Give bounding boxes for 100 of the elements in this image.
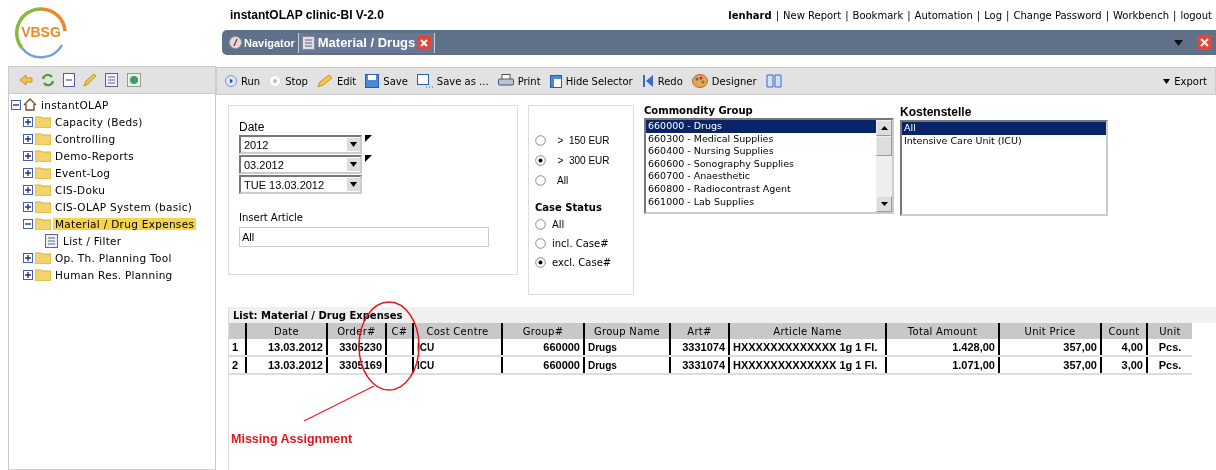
expand-icon[interactable]	[23, 133, 33, 144]
caret-icon	[350, 162, 357, 167]
skip-back-icon	[641, 74, 654, 88]
tree-item[interactable]: Material / Drug Expenses	[53, 217, 197, 230]
column-header[interactable]: C#	[386, 323, 413, 339]
book-icon[interactable]	[765, 74, 782, 88]
radio-button[interactable]	[535, 134, 546, 146]
table-cell: 1.071,00	[886, 356, 999, 374]
article-field[interactable]: All	[239, 227, 489, 247]
column-header[interactable]: Count	[1101, 323, 1147, 339]
expand-icon[interactable]	[23, 184, 33, 195]
header-link[interactable]: Log	[984, 9, 1003, 21]
report-icon[interactable]	[105, 73, 119, 87]
toolbar-button[interactable]: Hide Selector	[549, 74, 633, 88]
radio-option[interactable]: excl. Case#	[535, 253, 627, 272]
column-header[interactable]: Cost Centre	[413, 323, 502, 339]
close-icon[interactable]	[417, 35, 432, 50]
tree-item[interactable]: Controlling	[53, 132, 118, 145]
column-header[interactable]: Art#	[670, 323, 729, 339]
list-option[interactable]: All	[902, 122, 1106, 135]
collapse-all-icon[interactable]	[63, 73, 75, 87]
export-button[interactable]: Export	[1163, 75, 1207, 87]
printer-icon	[497, 74, 514, 88]
dropdown-icon[interactable]	[1174, 39, 1183, 46]
expand-icon[interactable]	[23, 150, 33, 161]
save-icon	[365, 74, 380, 88]
tree-item[interactable]: Human Res. Planning	[53, 268, 175, 281]
cost-center-listbox[interactable]: All Intensive Care Unit (ICU)	[900, 120, 1108, 216]
logo: VBSG	[10, 5, 72, 61]
toolbar-button[interactable]: Designer	[691, 74, 757, 88]
tree-item[interactable]: List / Filter	[61, 234, 124, 247]
tree-item[interactable]: instantOLAP	[39, 98, 111, 111]
header-link[interactable]: Bookmark	[852, 9, 904, 21]
field-label: Commondity Group	[644, 105, 754, 116]
column-header[interactable]: Unit	[1147, 323, 1192, 339]
collapse-icon[interactable]	[23, 218, 33, 229]
expand-icon[interactable]	[23, 269, 33, 280]
radio-button[interactable]	[535, 257, 546, 268]
radio-option[interactable]: All	[535, 215, 627, 234]
globe-icon[interactable]	[127, 73, 141, 87]
stop-icon	[269, 75, 282, 87]
scroll-thumb[interactable]	[876, 136, 892, 156]
toolbar-button[interactable]: Edit	[316, 74, 357, 88]
expand-icon[interactable]	[23, 252, 33, 263]
radio-button[interactable]	[535, 174, 546, 186]
radio-button[interactable]	[535, 219, 546, 230]
header-link[interactable]: New Report	[783, 9, 842, 21]
tree-item[interactable]: Event-Log	[53, 166, 113, 179]
pencil-icon	[316, 74, 333, 88]
table-cell: 3331074	[670, 339, 729, 356]
separator: |	[907, 9, 911, 21]
expand-icon[interactable]	[23, 167, 33, 178]
toolbar-button[interactable]: Stop	[269, 75, 308, 87]
tab[interactable]: Material / Drugs	[298, 32, 436, 53]
table-cell: ICU	[413, 356, 502, 374]
tab[interactable]: Navigator	[226, 32, 299, 53]
commodity-listbox[interactable]: 660000 - Drugs 660300 - Medical Supplies 660400 - Nursing Supplies 660600 - Sonography Supplies 660700 - Anaesthetic 660800 - Radiocontrast Agent 661000 - Lab Supplies	[644, 118, 894, 214]
username-link[interactable]: lenhard	[728, 9, 772, 21]
header-link[interactable]: Workbench	[1113, 9, 1169, 21]
refresh-icon[interactable]	[41, 73, 55, 87]
column-header[interactable]: Total Amount	[886, 323, 999, 339]
column-header[interactable]: Article Name	[729, 323, 886, 339]
toolbar-button[interactable]: Save as ...	[416, 74, 489, 88]
toolbar-button[interactable]: Print	[497, 74, 541, 88]
toolbar-button[interactable]: Redo	[641, 74, 683, 88]
scroll-down-icon[interactable]	[880, 202, 888, 206]
radio-option[interactable]: > 150 EUR	[535, 130, 627, 150]
list-option[interactable]: 660000 - Drugs	[646, 120, 876, 133]
column-header[interactable]: Group Name	[584, 323, 670, 339]
separator: |	[775, 9, 779, 21]
date-select[interactable]: 03.2012	[239, 155, 362, 174]
date-select[interactable]: 2012	[239, 135, 362, 154]
column-header[interactable]: Date	[246, 323, 327, 339]
toolbar-button[interactable]: Run	[225, 75, 261, 87]
palette-icon	[691, 74, 708, 88]
scrollbar[interactable]	[876, 120, 892, 212]
date-select[interactable]: TUE 13.03.2012	[239, 175, 362, 194]
header-link[interactable]: Automation	[914, 9, 973, 21]
radio-option[interactable]: > 300 EUR	[535, 150, 627, 170]
radio-option[interactable]: All	[535, 170, 627, 190]
tree-item[interactable]: Op. Th. Planning Tool	[53, 251, 174, 264]
toolbar-button[interactable]: Save	[365, 74, 408, 88]
expand-icon[interactable]	[23, 201, 33, 212]
column-header[interactable]: Group#	[502, 323, 584, 339]
collapse-icon[interactable]	[11, 99, 21, 110]
folder-icon	[35, 115, 51, 128]
header-link[interactable]: Change Password	[1013, 9, 1102, 21]
scroll-up-icon[interactable]	[880, 126, 888, 130]
radio-option[interactable]: incl. Case#	[535, 234, 627, 253]
tree-item[interactable]: CIS-OLAP System (basic)	[53, 200, 195, 213]
report-icon	[45, 233, 59, 248]
tree-item[interactable]: CIS-Doku	[53, 183, 108, 196]
tree-item[interactable]: Capacity (Beds)	[53, 115, 145, 128]
close-icon[interactable]	[1197, 35, 1212, 50]
radio-button[interactable]	[535, 238, 546, 249]
header-link[interactable]: logout	[1180, 9, 1212, 21]
radio-button[interactable]	[535, 154, 546, 166]
column-header[interactable]: Unit Price	[999, 323, 1101, 339]
tree-item[interactable]: Demo-Reports	[53, 149, 137, 162]
expand-icon[interactable]	[23, 116, 33, 127]
